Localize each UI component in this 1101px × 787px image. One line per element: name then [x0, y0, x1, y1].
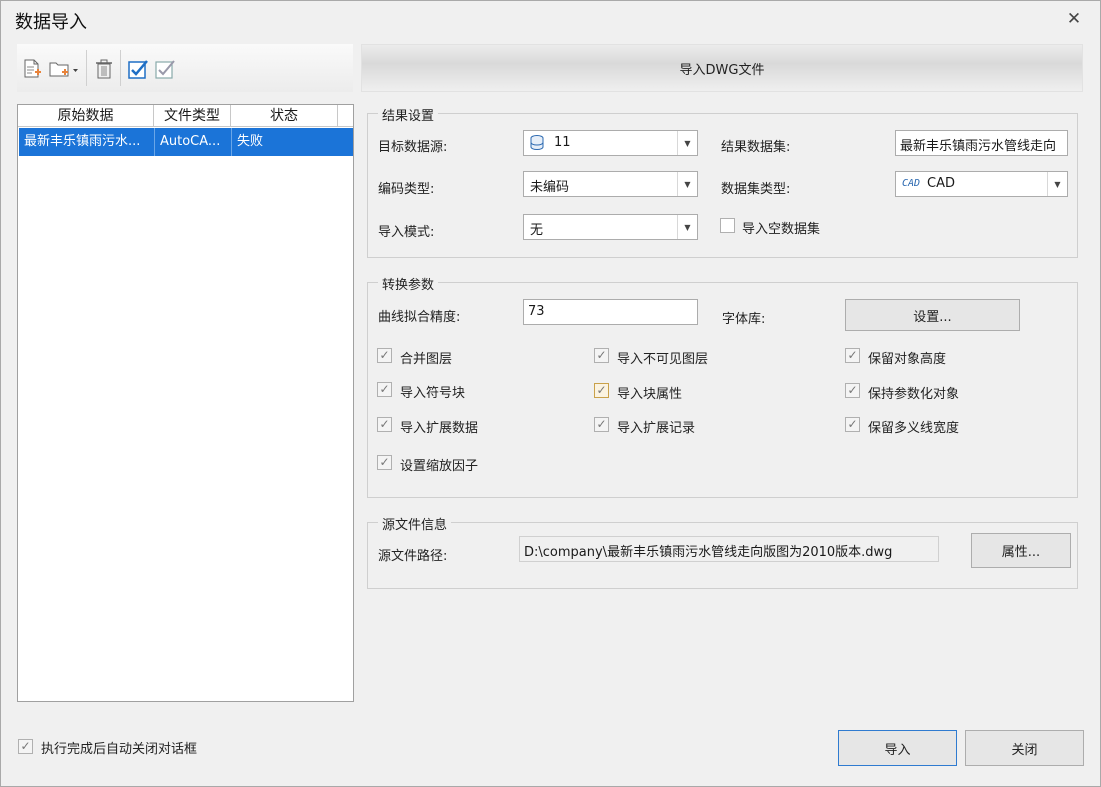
title-bar: 数据导入 ✕	[1, 1, 1100, 39]
group-title: 转换参数	[378, 274, 439, 293]
data-import-dialog: 数据导入 ✕ 导入DWG文件 原始数据 文件类型 状态 最新丰乐镇雨污水... …	[0, 0, 1101, 787]
import-mode-label: 导入模式:	[378, 225, 435, 240]
merge-layers-label: 合并图层	[400, 352, 453, 367]
keep-object-height-checkbox[interactable]: ✓	[845, 348, 860, 363]
column-header[interactable]: 原始数据	[18, 105, 154, 127]
import-invisible-layers-checkbox[interactable]: ✓	[594, 348, 609, 363]
chevron-down-icon[interactable]: ▼	[677, 215, 697, 239]
close-button[interactable]: 关闭	[965, 730, 1084, 766]
encoding-label: 编码类型:	[378, 182, 435, 197]
chevron-down-icon[interactable]: ▼	[1047, 172, 1067, 196]
import-mode-value: 无	[530, 223, 544, 238]
keep-parametric-objects-checkbox[interactable]: ✓	[845, 383, 860, 398]
import-extended-records-checkbox[interactable]: ✓	[594, 417, 609, 432]
dialog-title: 数据导入	[15, 12, 87, 33]
import-extended-data-label: 导入扩展数据	[400, 421, 479, 436]
result-dataset-field[interactable]: 最新丰乐镇雨污水管线走向	[895, 130, 1068, 156]
curve-precision-label: 曲线拟合精度:	[378, 310, 461, 325]
file-list[interactable]: 原始数据 文件类型 状态 最新丰乐镇雨污水... AutoCA... 失败	[17, 104, 354, 702]
auto-close-label: 执行完成后自动关闭对话框	[41, 742, 198, 757]
source-path-label: 源文件路径:	[378, 549, 448, 564]
close-icon[interactable]: ✕	[1063, 9, 1085, 31]
encoding-value: 未编码	[530, 180, 570, 195]
group-title: 源文件信息	[378, 514, 452, 533]
dataset-type-label: 数据集类型:	[721, 182, 791, 197]
merge-layers-checkbox[interactable]: ✓	[377, 348, 392, 363]
table-row[interactable]: 最新丰乐镇雨污水... AutoCA... 失败	[19, 128, 353, 156]
import-dwg-banner[interactable]: 导入DWG文件	[361, 44, 1083, 92]
toolbar-separator	[120, 50, 121, 86]
curve-precision-input[interactable]: 73	[523, 299, 698, 325]
curve-precision-value: 73	[528, 304, 545, 319]
import-empty-dataset-checkbox[interactable]	[720, 218, 735, 233]
file-type-cell: AutoCA...	[160, 134, 221, 149]
toolbar-separator	[86, 50, 87, 86]
result-dataset-value: 最新丰乐镇雨污水管线走向	[900, 139, 1057, 154]
import-symbol-block-checkbox[interactable]: ✓	[377, 382, 392, 397]
list-header: 原始数据 文件类型 状态	[18, 105, 353, 127]
import-block-attributes-label: 导入块属性	[617, 387, 683, 402]
keep-polyline-width-label: 保留多义线宽度	[868, 421, 960, 436]
keep-parametric-objects-label: 保持参数化对象	[868, 387, 960, 402]
source-path-field[interactable]: D:\company\最新丰乐镇雨污水管线走向版图为2010版本.dwg	[519, 536, 939, 562]
dataset-type-select[interactable]: CAD CAD ▼	[895, 171, 1068, 197]
toolbar	[17, 44, 353, 92]
delete-icon[interactable]	[91, 56, 117, 82]
keep-polyline-width-checkbox[interactable]: ✓	[845, 417, 860, 432]
group-title: 结果设置	[378, 105, 439, 124]
target-source-value: 11	[554, 135, 571, 150]
import-invisible-layers-label: 导入不可见图层	[617, 352, 709, 367]
result-dataset-label: 结果数据集:	[721, 140, 791, 155]
status-cell: 失败	[237, 134, 264, 149]
chevron-down-icon[interactable]: ▼	[677, 172, 697, 196]
encoding-select[interactable]: 未编码 ▼	[523, 171, 698, 197]
import-symbol-block-label: 导入符号块	[400, 386, 466, 401]
cad-icon: CAD	[902, 178, 921, 189]
import-mode-select[interactable]: 无 ▼	[523, 214, 698, 240]
target-source-select[interactable]: 11 ▼	[523, 130, 698, 156]
import-button[interactable]: 导入	[838, 730, 957, 766]
import-empty-dataset-label: 导入空数据集	[742, 222, 821, 237]
keep-object-height-label: 保留对象高度	[868, 352, 947, 367]
dataset-type-value: CAD	[927, 176, 955, 191]
font-library-label: 字体库:	[722, 312, 766, 327]
column-header[interactable]: 文件类型	[154, 105, 231, 127]
set-scale-factor-label: 设置缩放因子	[400, 459, 479, 474]
database-icon	[529, 134, 547, 156]
file-name-cell: 最新丰乐镇雨污水...	[24, 134, 141, 149]
import-block-attributes-checkbox[interactable]: ✓	[594, 383, 609, 398]
add-folder-icon[interactable]	[48, 56, 80, 82]
select-all-icon[interactable]	[125, 56, 151, 82]
properties-button[interactable]: 属性...	[971, 533, 1071, 568]
new-file-icon[interactable]	[19, 56, 45, 82]
import-extended-records-label: 导入扩展记录	[617, 421, 696, 436]
auto-close-checkbox[interactable]: ✓	[18, 739, 33, 754]
target-source-label: 目标数据源:	[378, 140, 448, 155]
column-header[interactable]: 状态	[231, 105, 338, 127]
chevron-down-icon[interactable]: ▼	[677, 131, 697, 155]
import-extended-data-checkbox[interactable]: ✓	[377, 417, 392, 432]
font-settings-button[interactable]: 设置...	[845, 299, 1020, 331]
set-scale-factor-checkbox[interactable]: ✓	[377, 455, 392, 470]
source-path-value: D:\company\最新丰乐镇雨污水管线走向版图为2010版本.dwg	[524, 545, 893, 560]
invert-select-icon[interactable]	[152, 56, 178, 82]
